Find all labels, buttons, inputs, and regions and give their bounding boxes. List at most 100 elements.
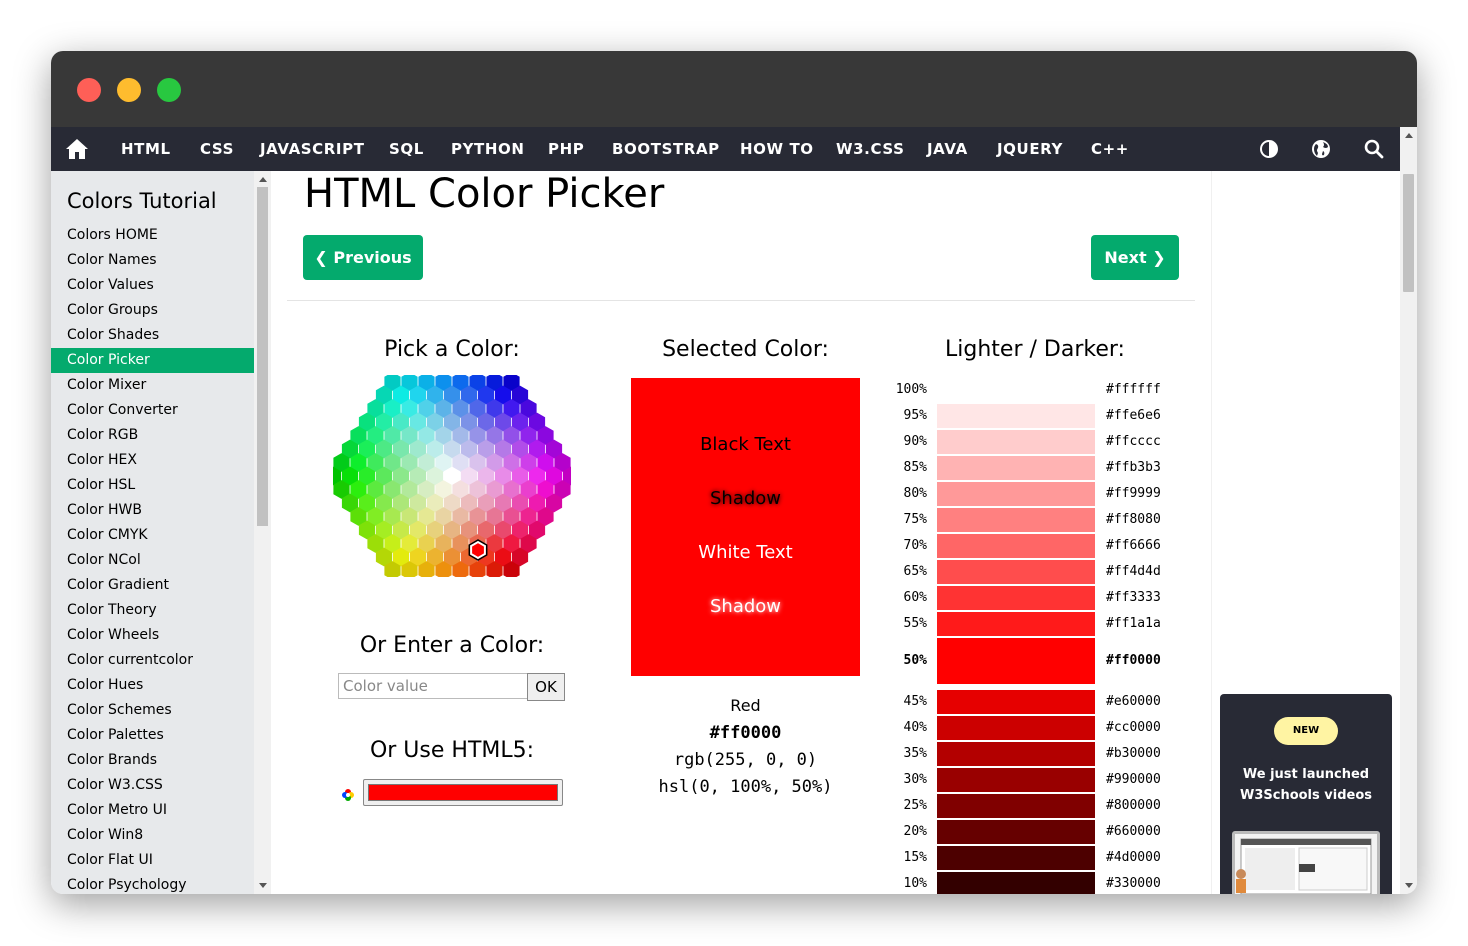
sidebar-item-color-w3-css[interactable]: Color W3.CSS (51, 773, 254, 798)
shade-hex[interactable]: #4d0000 (1106, 850, 1161, 865)
shade-hex[interactable]: #990000 (1106, 772, 1161, 787)
page-scrollbar-thumb[interactable] (1403, 174, 1414, 292)
color-value-input[interactable]: Color value (338, 673, 528, 699)
shade-swatch[interactable] (937, 612, 1095, 636)
nav-item-sql[interactable]: SQL (389, 127, 424, 171)
scroll-up-arrow-icon[interactable] (1405, 133, 1413, 138)
shade-swatch[interactable] (937, 404, 1095, 428)
video-thumbnail[interactable] (1232, 831, 1380, 894)
sidebar-item-color-groups[interactable]: Color Groups (51, 298, 254, 323)
shade-swatch[interactable] (937, 378, 1095, 402)
globe-icon[interactable] (1311, 139, 1331, 159)
sidebar-item-color-converter[interactable]: Color Converter (51, 398, 254, 423)
scroll-down-arrow-icon[interactable] (1405, 883, 1413, 888)
sidebar-item-color-psychology[interactable]: Color Psychology (51, 873, 254, 894)
shade-hex[interactable]: #ffffff (1106, 382, 1161, 397)
sidebar-item-color-picker[interactable]: Color Picker (51, 348, 254, 373)
shade-hex[interactable]: #ff3333 (1106, 590, 1161, 605)
shade-swatch[interactable] (937, 872, 1095, 894)
sidebar-item-colors-home[interactable]: Colors HOME (51, 223, 254, 248)
shade-hex[interactable]: #ff4d4d (1106, 564, 1161, 579)
nav-item-python[interactable]: PYTHON (451, 127, 525, 171)
sidebar-item-color-gradient[interactable]: Color Gradient (51, 573, 254, 598)
sidebar-scroll-down-icon[interactable] (259, 883, 267, 888)
previous-button[interactable]: ❮ Previous (303, 235, 423, 280)
shade-hex[interactable]: #800000 (1106, 798, 1161, 813)
sidebar-item-color-mixer[interactable]: Color Mixer (51, 373, 254, 398)
close-window-button[interactable] (77, 78, 101, 102)
selected-cell-marker[interactable] (470, 540, 486, 560)
sidebar-item-color-metro-ui[interactable]: Color Metro UI (51, 798, 254, 823)
shade-swatch[interactable] (937, 768, 1095, 792)
home-icon[interactable] (65, 138, 89, 160)
sidebar-item-color-win8[interactable]: Color Win8 (51, 823, 254, 848)
sidebar-item-color-cmyk[interactable]: Color CMYK (51, 523, 254, 548)
sidebar-item-color-hues[interactable]: Color Hues (51, 673, 254, 698)
shade-hex[interactable]: #e60000 (1106, 694, 1161, 709)
nav-item-css[interactable]: CSS (200, 127, 234, 171)
sidebar-item-color-hwb[interactable]: Color HWB (51, 498, 254, 523)
sidebar-item-color-palettes[interactable]: Color Palettes (51, 723, 254, 748)
sidebar-item-color-currentcolor[interactable]: Color currentcolor (51, 648, 254, 673)
nav-item-java[interactable]: JAVA (927, 127, 968, 171)
sidebar-scrollbar[interactable] (254, 171, 271, 894)
shade-swatch[interactable] (937, 716, 1095, 740)
theme-toggle-icon[interactable] (1259, 139, 1279, 159)
sidebar-scroll-up-icon[interactable] (259, 177, 267, 182)
shade-swatch[interactable] (937, 560, 1095, 584)
html5-color-input[interactable] (363, 779, 563, 806)
sidebar-item-color-names[interactable]: Color Names (51, 248, 254, 273)
shade-swatch[interactable] (937, 794, 1095, 818)
sidebar-scrollbar-thumb[interactable] (257, 187, 268, 526)
shade-swatch[interactable] (937, 820, 1095, 844)
shade-hex[interactable]: #330000 (1106, 876, 1161, 891)
sidebar-item-color-schemes[interactable]: Color Schemes (51, 698, 254, 723)
shade-swatch[interactable] (937, 430, 1095, 454)
nav-item-javascript[interactable]: JAVASCRIPT (260, 127, 365, 171)
nav-item-php[interactable]: PHP (548, 127, 584, 171)
shade-hex[interactable]: #ffb3b3 (1106, 460, 1161, 475)
color-hexagon-map[interactable] (333, 375, 571, 577)
search-icon[interactable] (1364, 139, 1384, 159)
shade-hex[interactable]: #ff9999 (1106, 486, 1161, 501)
shade-hex[interactable]: #b30000 (1106, 746, 1161, 761)
sidebar-item-color-flat-ui[interactable]: Color Flat UI (51, 848, 254, 873)
sidebar-item-color-wheels[interactable]: Color Wheels (51, 623, 254, 648)
shade-swatch[interactable] (937, 482, 1095, 506)
shade-swatch[interactable] (937, 534, 1095, 558)
sidebar-item-color-brands[interactable]: Color Brands (51, 748, 254, 773)
shade-swatch[interactable] (937, 690, 1095, 714)
sidebar-item-color-hsl[interactable]: Color HSL (51, 473, 254, 498)
sidebar-item-color-ncol[interactable]: Color NCol (51, 548, 254, 573)
shade-hex[interactable]: #ff0000 (1106, 653, 1161, 668)
shade-hex[interactable]: #ff6666 (1106, 538, 1161, 553)
maximize-window-button[interactable] (157, 78, 181, 102)
shade-swatch[interactable] (937, 508, 1095, 532)
page-scrollbar[interactable] (1400, 127, 1417, 894)
shade-swatch[interactable] (937, 846, 1095, 870)
shade-hex[interactable]: #660000 (1106, 824, 1161, 839)
shade-swatch[interactable] (937, 638, 1095, 684)
ok-button[interactable]: OK (527, 673, 565, 701)
shade-hex[interactable]: #ffe6e6 (1106, 408, 1161, 423)
shade-hex[interactable]: #ff8080 (1106, 512, 1161, 527)
shade-hex[interactable]: #ff1a1a (1106, 616, 1161, 631)
nav-item-w3-css[interactable]: W3.CSS (836, 127, 905, 171)
sidebar-item-color-rgb[interactable]: Color RGB (51, 423, 254, 448)
minimize-window-button[interactable] (117, 78, 141, 102)
sidebar-item-color-shades[interactable]: Color Shades (51, 323, 254, 348)
nav-item-how-to[interactable]: HOW TO (740, 127, 814, 171)
nav-item-bootstrap[interactable]: BOOTSTRAP (612, 127, 720, 171)
shade-swatch[interactable] (937, 742, 1095, 766)
nav-item-jquery[interactable]: JQUERY (997, 127, 1063, 171)
nav-item-c[interactable]: C++ (1091, 127, 1129, 171)
next-button[interactable]: Next ❯ (1091, 235, 1179, 280)
video-ad[interactable]: NEW We just launched W3Schools videos (1220, 694, 1392, 894)
shade-hex[interactable]: #cc0000 (1106, 720, 1161, 735)
nav-item-html[interactable]: HTML (121, 127, 171, 171)
sidebar-item-color-theory[interactable]: Color Theory (51, 598, 254, 623)
shade-swatch[interactable] (937, 456, 1095, 480)
sidebar-item-color-hex[interactable]: Color HEX (51, 448, 254, 473)
shade-swatch[interactable] (937, 586, 1095, 610)
sidebar-item-color-values[interactable]: Color Values (51, 273, 254, 298)
